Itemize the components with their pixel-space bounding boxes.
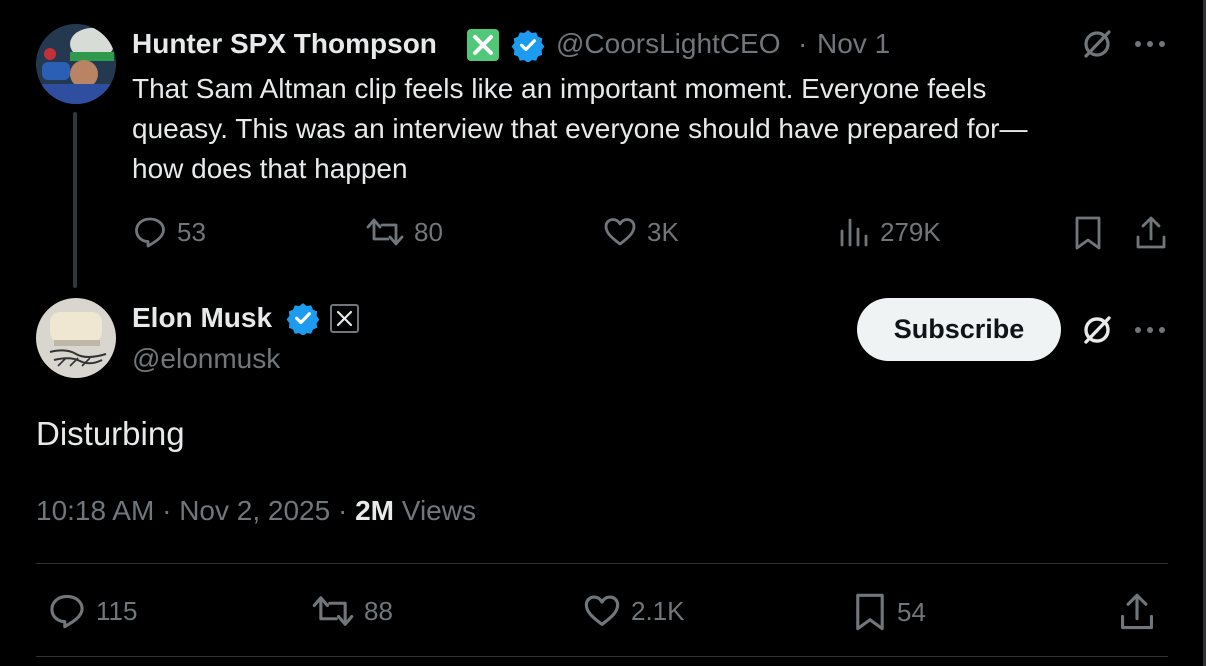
heart-icon bbox=[583, 592, 621, 630]
tweet-text-line: queasy. This was an interview that every… bbox=[132, 113, 1028, 144]
reply-count: 53 bbox=[177, 216, 206, 247]
reply-count: 115 bbox=[96, 595, 138, 626]
like-button[interactable]: 3K bbox=[603, 215, 679, 249]
tweet-date[interactable]: Nov 2, 2025 bbox=[179, 495, 330, 526]
tweet-text-line: how does that happen bbox=[132, 153, 408, 184]
grok-icon[interactable] bbox=[1080, 313, 1114, 347]
like-count: 3K bbox=[647, 216, 679, 247]
reply-icon bbox=[133, 215, 167, 249]
like-button[interactable]: 2.1K bbox=[583, 592, 685, 630]
subscribe-button[interactable]: Subscribe bbox=[857, 298, 1061, 361]
like-count: 2.1K bbox=[631, 595, 685, 626]
tweet-timestamp-row: 10:18 AM · Nov 2, 2025 · 2M Views bbox=[36, 492, 476, 530]
verified-badge-icon bbox=[511, 28, 545, 67]
timestamp-separator: · bbox=[337, 495, 348, 526]
thread-connector bbox=[73, 112, 77, 288]
elon-avatar[interactable] bbox=[36, 298, 116, 378]
date-separator: · bbox=[798, 28, 808, 59]
heart-icon bbox=[603, 215, 637, 249]
more-options-icon[interactable] bbox=[1134, 326, 1166, 334]
divider bbox=[36, 656, 1168, 657]
bookmark-button[interactable]: 54 bbox=[853, 592, 926, 632]
bookmark-icon bbox=[853, 592, 887, 632]
bookmark-count: 54 bbox=[897, 596, 926, 627]
analytics-icon bbox=[838, 215, 870, 249]
hunter-avatar[interactable] bbox=[36, 24, 116, 104]
hunter-tweet-date[interactable]: Nov 1 bbox=[817, 26, 890, 62]
share-icon[interactable] bbox=[1118, 592, 1156, 632]
hunter-tweet-text: That Sam Altman clip feels like an impor… bbox=[132, 69, 1152, 189]
views-button[interactable]: 279K bbox=[838, 215, 941, 249]
view-count: 279K bbox=[880, 216, 941, 247]
repost-button[interactable]: 80 bbox=[366, 215, 443, 249]
timestamp-separator: · bbox=[162, 495, 172, 526]
hunter-handle[interactable]: @CoorsLightCEO bbox=[556, 26, 781, 62]
bookmark-icon[interactable] bbox=[1073, 215, 1103, 251]
hunter-author-name[interactable]: Hunter SPX Thompson bbox=[132, 26, 437, 62]
repost-button[interactable]: 88 bbox=[312, 592, 393, 630]
elon-author-name[interactable]: Elon Musk bbox=[132, 300, 272, 336]
views-label: Views bbox=[401, 495, 476, 526]
reply-button[interactable]: 115 bbox=[48, 592, 137, 630]
repost-icon bbox=[366, 215, 404, 249]
x-green-badge-icon bbox=[467, 29, 499, 61]
divider bbox=[36, 563, 1168, 564]
x-affiliation-icon bbox=[330, 304, 359, 333]
repost-count: 80 bbox=[414, 216, 443, 247]
reply-button[interactable]: 53 bbox=[133, 215, 206, 249]
repost-icon bbox=[312, 592, 354, 630]
verified-badge-icon bbox=[286, 301, 320, 340]
share-icon[interactable] bbox=[1134, 215, 1168, 251]
tweet-text-line: That Sam Altman clip feels like an impor… bbox=[132, 73, 987, 104]
reply-icon bbox=[48, 592, 86, 630]
views-count: 2M bbox=[355, 495, 394, 526]
tweet-time[interactable]: 10:18 AM bbox=[36, 495, 154, 526]
elon-handle[interactable]: @elonmusk bbox=[132, 341, 280, 377]
repost-count: 88 bbox=[364, 595, 393, 626]
elon-tweet-text: Disturbing bbox=[36, 415, 185, 452]
grok-icon[interactable] bbox=[1080, 27, 1114, 61]
more-options-icon[interactable] bbox=[1134, 40, 1166, 48]
